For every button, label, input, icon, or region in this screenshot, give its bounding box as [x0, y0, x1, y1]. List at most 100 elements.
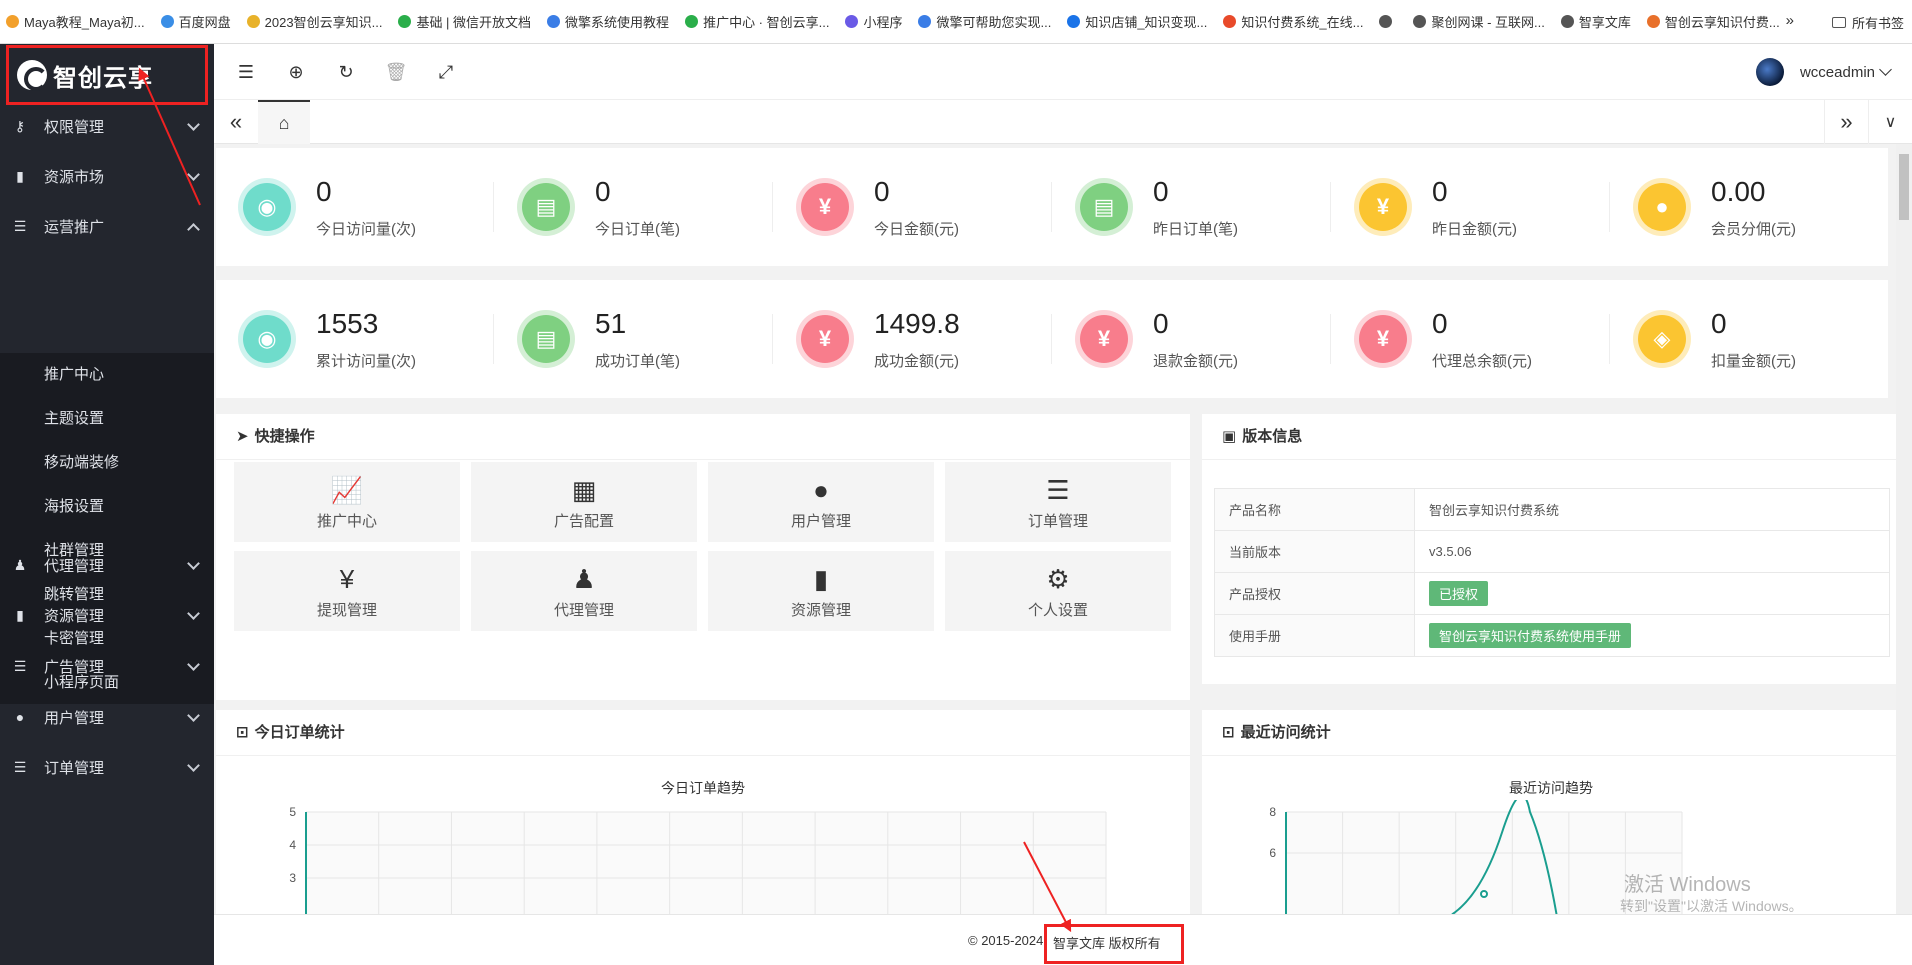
quick-action-button[interactable]: ● 用户管理: [708, 462, 934, 542]
stat-icon-ring: ◉: [238, 310, 296, 368]
license-badge: 已授权: [1429, 581, 1489, 606]
bookmark-item[interactable]: 微擎系统使用教程: [547, 12, 669, 31]
footer-owner-box: 智享文库 版权所有: [1044, 924, 1184, 964]
stat-divider: [1330, 182, 1331, 232]
chart-board-icon: ⊡: [1222, 723, 1235, 741]
manual-link-button[interactable]: 智创云享知识付费系统使用手册: [1429, 623, 1632, 648]
tabs-dropdown-button[interactable]: ∨: [1868, 100, 1912, 144]
stat-divider: [493, 182, 494, 232]
order-stats-card: ⊡ 今日订单统计 今日订单趋势 5 4 3: [216, 710, 1190, 914]
bookmark-label: 2023智创云享知识...: [264, 15, 383, 30]
stat-value: 0: [1432, 308, 1448, 339]
yen-icon: ¥: [801, 183, 849, 231]
quick-action-button[interactable]: 📈 推广中心: [234, 462, 460, 542]
bookmark-favicon-icon: [1560, 15, 1574, 28]
sidebar-menu-item[interactable]: ☰ 订单管理: [0, 737, 214, 797]
tab-home[interactable]: ⌂: [258, 100, 310, 144]
tabs-scroll-left-button[interactable]: «: [214, 100, 258, 144]
quick-action-button[interactable]: ☰ 订单管理: [945, 462, 1171, 542]
bookmark-item[interactable]: 智创云享知识付费...: [1646, 12, 1780, 31]
bookmark-item[interactable]: 推广中心 · 智创云享...: [685, 12, 829, 31]
trash-icon: 🗑: [384, 61, 408, 82]
clear-cache-button[interactable]: 🗑: [382, 58, 410, 86]
stat-divider: [493, 314, 494, 364]
submenu-item[interactable]: 移动端装修: [0, 441, 214, 485]
yen-icon: ¥: [801, 315, 849, 363]
bookmark-item[interactable]: 2023智创云享知识...: [246, 12, 383, 31]
clipboard-icon: ▤: [1080, 183, 1128, 231]
stat-card: ¥0 代理总余额(元): [1332, 280, 1610, 398]
stat-card: ◉ 0 今日访问量(次): [216, 148, 494, 266]
windows-activation-hint: 转到"设置"以激活 Windows。: [1620, 898, 1803, 914]
bookmark-favicon-icon: [547, 15, 561, 28]
bookmark-item[interactable]: 基础 | 微信开放文档: [398, 12, 531, 31]
bookmark-item[interactable]: 小程序: [845, 12, 902, 31]
stat-label: 扣量金额(元): [1711, 353, 1796, 370]
stat-icon-ring: ◈: [1633, 310, 1691, 368]
quick-action-button[interactable]: ▮ 资源管理: [708, 551, 934, 631]
submenu-item[interactable]: 推广中心: [0, 353, 214, 397]
tabs-scroll-right-button[interactable]: »: [1824, 100, 1868, 144]
bookmark-item[interactable]: Maya教程_Maya初...: [6, 12, 145, 31]
menu-fold-icon: ☰: [237, 61, 255, 82]
windows-activation-watermark: 激活 Windows: [1624, 874, 1751, 896]
website-button[interactable]: ⊕: [282, 58, 310, 86]
bookmark-label: 百度网盘: [178, 15, 231, 30]
visit-stats-title: ⊡ 最近访问统计: [1202, 710, 1896, 756]
bookmark-item[interactable]: 智享文库: [1560, 12, 1631, 31]
quick-action-button[interactable]: ¥ 提现管理: [234, 551, 460, 631]
stat-value: 0: [1153, 308, 1169, 339]
bookmark-favicon-icon: [1067, 15, 1081, 28]
sidebar-menu-item[interactable]: ☰ 运营推广: [0, 196, 214, 256]
submenu-item[interactable]: 海报设置: [0, 485, 214, 529]
version-row: 产品名称 智创云享知识付费系统: [1214, 488, 1890, 531]
chevron-down-icon: [187, 607, 200, 620]
yen-icon: ¥: [1080, 315, 1128, 363]
bookmarks-overflow-button[interactable]: »: [1786, 12, 1794, 29]
quick-action-button[interactable]: ⚙ 个人设置: [945, 551, 1171, 631]
book-icon: ▮: [16, 606, 24, 623]
version-value-cell[interactable]: 智创云享知识付费系统使用手册: [1414, 614, 1890, 657]
bookmark-favicon-icon: [246, 15, 260, 28]
agent-icon: ♟: [572, 563, 596, 594]
refresh-button[interactable]: ↻: [332, 58, 360, 86]
content-scrollbar[interactable]: [1896, 144, 1912, 914]
list-icon: ☰: [1046, 474, 1070, 505]
bookmark-label: 基础 | 微信开放文档: [416, 15, 532, 30]
bookmark-item[interactable]: 知识付费系统_在线...: [1223, 12, 1363, 31]
stat-label: 退款金额(元): [1153, 353, 1238, 370]
bookmark-item[interactable]: [1379, 15, 1397, 28]
scrollbar-thumb[interactable]: [1899, 154, 1909, 220]
stat-label: 今日订单(笔): [595, 221, 680, 238]
bookmark-favicon-icon: [685, 15, 699, 28]
sidebar: 智创云享 推广中心 主题设置 移动端装修 海报设置 社群管理 跳转管理 卡密管理 小程序页面 …: [0, 44, 214, 965]
stat-icon-ring: ▤: [517, 178, 575, 236]
stat-label: 昨日金额(元): [1432, 221, 1517, 238]
list-icon: ☰: [13, 758, 27, 775]
stat-value: 51: [595, 308, 627, 339]
quick-action-button[interactable]: ▦ 广告配置: [471, 462, 697, 542]
submenu-item[interactable]: 主题设置: [0, 397, 214, 441]
collapse-sidebar-button[interactable]: ☰: [232, 58, 260, 86]
fullscreen-button[interactable]: ⤢: [432, 58, 460, 86]
user-menu[interactable]: wcceadmin: [1755, 58, 1892, 86]
visit-data-point[interactable]: [1480, 890, 1488, 898]
sidebar-menu-label: 运营推广: [44, 218, 105, 236]
bookmark-item[interactable]: 聚创网课 - 互联网...: [1413, 12, 1545, 31]
tag-icon: ◈: [1638, 315, 1686, 363]
quick-action-button[interactable]: ♟ 代理管理: [471, 551, 697, 631]
bookmark-item[interactable]: 微擎可帮助您实现...: [918, 12, 1051, 31]
stat-icon-ring: ▤: [517, 310, 575, 368]
double-chevron-left-icon: «: [229, 109, 243, 134]
version-value-cell: 已授权: [1414, 572, 1890, 615]
all-bookmarks-button[interactable]: 所有书签: [1831, 13, 1904, 32]
bookmark-label: 知识付费系统_在线...: [1241, 15, 1364, 30]
bookmark-favicon-icon: [1223, 15, 1237, 28]
stat-icon-ring: ◉: [238, 178, 296, 236]
sidebar-menu-label: 资源市场: [44, 168, 105, 186]
stat-card: ▤ 0 昨日订单(笔): [1053, 148, 1331, 266]
bookmark-item[interactable]: 知识店铺_知识变现...: [1067, 12, 1207, 31]
chevron-down-icon: ∨: [1884, 114, 1897, 131]
sidebar-menu-label: 代理管理: [44, 557, 105, 575]
bookmark-item[interactable]: 百度网盘: [160, 12, 231, 31]
